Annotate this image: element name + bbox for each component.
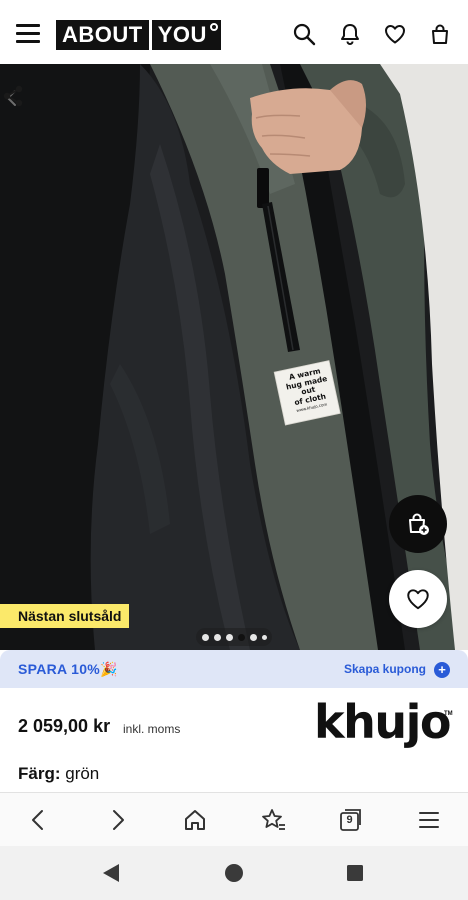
add-coupon-icon[interactable]: + <box>434 662 450 678</box>
product-price: 2 059,00 kr <box>18 716 111 736</box>
menu-icon[interactable] <box>416 807 442 833</box>
add-to-bag-button[interactable] <box>389 495 447 553</box>
carousel-dot[interactable] <box>249 633 257 641</box>
color-value: grön <box>65 764 100 783</box>
create-coupon-link[interactable]: Skapa kupong <box>344 662 426 676</box>
promo-banner[interactable]: SPARA 10%🎉 Skapa kupong + <box>0 650 468 688</box>
system-navigation-bar <box>0 846 468 900</box>
tab-count: 9 <box>346 814 353 826</box>
logo-word-about: ABOUT <box>56 20 149 50</box>
carousel-dot[interactable] <box>201 633 209 641</box>
carousel-dots[interactable] <box>196 628 272 646</box>
carousel-dot[interactable] <box>225 633 233 641</box>
menu-icon[interactable] <box>16 24 40 44</box>
tax-note: inkl. moms <box>123 722 181 736</box>
carousel-dot[interactable] <box>213 633 221 641</box>
back-icon[interactable] <box>25 807 51 833</box>
top-header: ABOUT YOU <box>0 0 468 64</box>
brand-trademark: TM <box>444 711 453 717</box>
heart-outline-icon <box>407 589 429 610</box>
bell-icon[interactable] <box>338 22 362 46</box>
bag-plus-icon <box>409 513 429 535</box>
bookmark-star-icon[interactable] <box>260 807 286 833</box>
browser-toolbar: 9 <box>0 792 468 846</box>
forward-icon[interactable] <box>105 807 131 833</box>
promo-save-text: SPARA 10%🎉 <box>18 661 118 677</box>
product-photo <box>0 64 468 650</box>
garment-label: A warm hug made out of cloth www.khujo.c… <box>275 361 343 428</box>
bag-icon[interactable] <box>428 22 452 46</box>
brand-logo[interactable]: khujo <box>314 695 451 749</box>
color-selector[interactable]: Färg: grön <box>18 764 99 784</box>
product-image-gallery[interactable]: A warm hug made out of cloth www.khujo.c… <box>0 64 468 650</box>
tabs-icon[interactable]: 9 <box>337 807 363 833</box>
heart-icon[interactable] <box>383 22 407 46</box>
about-you-logo[interactable]: ABOUT YOU <box>56 20 221 50</box>
share-icon[interactable] <box>0 83 26 109</box>
carousel-dot-active[interactable] <box>237 633 245 641</box>
nav-back-icon[interactable] <box>101 863 121 883</box>
nav-home-icon[interactable] <box>224 863 244 883</box>
logo-word-you: YOU <box>151 20 221 50</box>
wishlist-button[interactable] <box>389 570 447 628</box>
nav-recents-icon[interactable] <box>346 864 364 882</box>
almost-sold-out-badge: Nästan slutsåld <box>0 604 130 628</box>
color-label: Färg: <box>18 764 61 783</box>
home-icon[interactable] <box>182 807 208 833</box>
search-icon[interactable] <box>292 22 316 46</box>
carousel-dot[interactable] <box>261 634 267 640</box>
